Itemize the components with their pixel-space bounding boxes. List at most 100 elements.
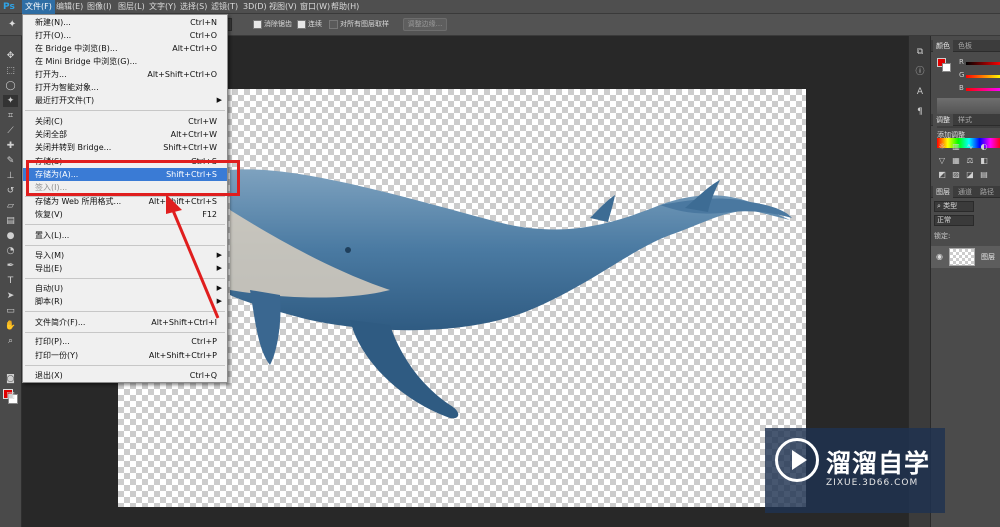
- color-balance-icon[interactable]: ⚖: [965, 156, 975, 166]
- photoshop-logo: Ps: [3, 2, 15, 12]
- tab-styles[interactable]: 样式: [955, 114, 975, 126]
- sample-all-layers-label: 对所有图层取样: [340, 20, 389, 28]
- eye-icon[interactable]: ◉: [936, 252, 943, 261]
- info-panel-icon[interactable]: ⓘ: [914, 66, 926, 78]
- magic-wand-tool-icon[interactable]: ✦: [3, 95, 18, 107]
- menu-exit[interactable]: 退出(X) Ctrl+Q: [23, 369, 227, 382]
- menu-image[interactable]: 图像(I): [84, 0, 115, 14]
- menu-browse-mini-bridge[interactable]: 在 Mini Bridge 中浏览(G)...: [23, 55, 227, 68]
- magic-wand-icon[interactable]: ✦: [8, 18, 22, 31]
- menu-open[interactable]: 打开(O)... Ctrl+O: [23, 29, 227, 42]
- layer-thumbnail[interactable]: [949, 248, 975, 266]
- menu-layer[interactable]: 图层(L): [115, 0, 148, 14]
- menu-help[interactable]: 帮助(H): [328, 0, 362, 14]
- layer-name[interactable]: 图层: [981, 252, 995, 262]
- blur-tool-icon[interactable]: ●: [3, 230, 18, 242]
- anti-alias-checkbox[interactable]: [253, 20, 262, 29]
- invert-icon[interactable]: ◩: [937, 170, 947, 180]
- tab-channels[interactable]: 通道: [955, 186, 975, 198]
- lock-label: 锁定:: [934, 232, 951, 240]
- whale-image: [230, 169, 792, 419]
- crop-tool-icon[interactable]: ⌗: [3, 110, 18, 122]
- anti-alias-label: 消除锯齿: [264, 20, 292, 28]
- menu-view[interactable]: 视图(V): [266, 0, 300, 14]
- watermark-url: ZIXUE.3D66.COM: [826, 478, 919, 488]
- color-panel-tabs: 颜色 色板: [931, 40, 1000, 52]
- menu-select[interactable]: 选择(S): [177, 0, 210, 14]
- tools-panel: ✥ ⬚ ◯ ✦ ⌗ ⟋ ✚ ✎ ⊥ ↺ ▱ ▤ ● ◔ ✒ T ➤ ▭ ✋ ⌕ …: [0, 36, 22, 527]
- watermark-title: 溜溜自学: [826, 449, 931, 478]
- menu-close-all[interactable]: 关闭全部 Alt+Ctrl+W: [23, 128, 227, 141]
- screen-mode-icon[interactable]: ▣: [3, 390, 18, 402]
- menu-type[interactable]: 文字(Y): [146, 0, 179, 14]
- dodge-tool-icon[interactable]: ◔: [3, 245, 18, 257]
- quick-mask-icon[interactable]: ◙: [3, 373, 18, 385]
- refine-edge-button[interactable]: 调整边缘...: [403, 18, 447, 31]
- blend-mode-select[interactable]: 正常: [934, 215, 974, 226]
- menu-filter[interactable]: 滤镜(T): [208, 0, 241, 14]
- type-tool-icon[interactable]: T: [3, 275, 18, 287]
- menu-open-smart-object[interactable]: 打开为智能对象...: [23, 81, 227, 94]
- slider-b-label: B: [959, 84, 964, 92]
- brightness-icon[interactable]: ☼: [937, 142, 947, 152]
- marquee-tool-icon[interactable]: ⬚: [3, 65, 18, 77]
- menu-close-go-bridge[interactable]: 关闭并转到 Bridge... Shift+Ctrl+W: [23, 141, 227, 154]
- menu-separator: [25, 365, 225, 366]
- add-adjustment-title: 添加调整: [937, 131, 965, 139]
- menu-browse-bridge[interactable]: 在 Bridge 中浏览(B)... Alt+Ctrl+O: [23, 42, 227, 55]
- exposure-icon[interactable]: ◐: [979, 142, 989, 152]
- move-tool-icon[interactable]: ✥: [3, 50, 18, 62]
- path-select-icon[interactable]: ➤: [3, 290, 18, 302]
- slider-b-track[interactable]: [966, 88, 1000, 91]
- pen-tool-icon[interactable]: ✒: [3, 260, 18, 272]
- threshold-icon[interactable]: ◪: [965, 170, 975, 180]
- lasso-tool-icon[interactable]: ◯: [3, 80, 18, 92]
- tab-color[interactable]: 颜色: [933, 40, 953, 52]
- paragraph-panel-icon[interactable]: ¶: [914, 106, 926, 118]
- tab-swatches[interactable]: 色板: [955, 40, 975, 52]
- eraser-tool-icon[interactable]: ▱: [3, 200, 18, 212]
- brush-tool-icon[interactable]: ✎: [3, 155, 18, 167]
- menu-close[interactable]: 关闭(C) Ctrl+W: [23, 115, 227, 128]
- menu-print-one-copy[interactable]: 打印一份(Y) Alt+Shift+Ctrl+P: [23, 349, 227, 362]
- zoom-tool-icon[interactable]: ⌕: [3, 335, 18, 347]
- play-logo-icon: [775, 438, 819, 482]
- sample-all-layers-checkbox[interactable]: [329, 20, 338, 29]
- menu-file[interactable]: 文件(F): [22, 0, 55, 14]
- contiguous-checkbox[interactable]: [297, 20, 306, 29]
- black-white-icon[interactable]: ◧: [979, 156, 989, 166]
- character-panel-icon[interactable]: A: [914, 86, 926, 98]
- eyedropper-tool-icon[interactable]: ⟋: [3, 125, 18, 137]
- menu-new[interactable]: 新建(N)... Ctrl+N: [23, 16, 227, 29]
- gradient-map-icon[interactable]: ▤: [979, 170, 989, 180]
- menu-edit[interactable]: 编辑(E): [53, 0, 86, 14]
- clone-stamp-icon[interactable]: ⊥: [3, 170, 18, 182]
- menu-recent-files[interactable]: 最近打开文件(T) ▶: [23, 94, 227, 107]
- slider-r-track[interactable]: [966, 62, 1000, 65]
- healing-brush-icon[interactable]: ✚: [3, 140, 18, 152]
- tab-paths[interactable]: 路径: [977, 186, 997, 198]
- tab-adjustments[interactable]: 调整: [933, 114, 953, 126]
- layer-filter-value: 类型: [943, 202, 958, 210]
- hand-tool-icon[interactable]: ✋: [3, 320, 18, 332]
- history-panel-icon[interactable]: ⧉: [914, 46, 926, 58]
- panel-background-swatch[interactable]: [942, 63, 951, 72]
- vibrance-icon[interactable]: ▽: [937, 156, 947, 166]
- shape-tool-icon[interactable]: ▭: [3, 305, 18, 317]
- tab-layers[interactable]: 图层: [933, 186, 953, 198]
- submenu-arrow-icon: ▶: [216, 96, 222, 104]
- menu-print[interactable]: 打印(P)... Ctrl+P: [23, 335, 227, 348]
- hue-saturation-icon[interactable]: ▦: [951, 156, 961, 166]
- history-brush-icon[interactable]: ↺: [3, 185, 18, 197]
- levels-icon[interactable]: ▥: [951, 142, 961, 152]
- gradient-tool-icon[interactable]: ▤: [3, 215, 18, 227]
- menu-separator: [25, 332, 225, 333]
- posterize-icon[interactable]: ▨: [951, 170, 961, 180]
- curves-icon[interactable]: ∿: [965, 142, 975, 152]
- slider-r-label: R: [959, 58, 964, 66]
- slider-g-track[interactable]: [966, 75, 1000, 78]
- layer-filter-select[interactable]: ⌕ 类型: [934, 201, 974, 212]
- menu-open-as[interactable]: 打开为... Alt+Shift+Ctrl+O: [23, 68, 227, 81]
- adjustments-panel-tabs: 调整 样式: [931, 114, 1000, 126]
- layers-panel-tabs: 图层 通道 路径: [931, 186, 1000, 198]
